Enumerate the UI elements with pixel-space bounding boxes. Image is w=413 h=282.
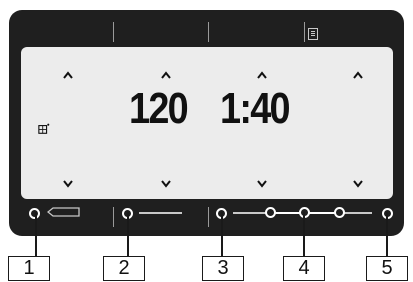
temperature-value: 120 xyxy=(129,84,189,133)
button-label-3: 3 xyxy=(202,256,244,281)
button-label-2: 2 xyxy=(103,256,145,281)
leader-line-1 xyxy=(35,212,37,256)
leader-line-4 xyxy=(303,212,305,256)
top-bar xyxy=(9,10,404,47)
leader-line-2 xyxy=(127,212,129,256)
back-button[interactable] xyxy=(46,205,81,219)
up-arrow-icon[interactable] xyxy=(257,71,267,81)
top-separator xyxy=(113,22,114,42)
bottom-separator xyxy=(208,207,209,227)
bottom-separator xyxy=(113,207,114,227)
down-arrow-icon[interactable] xyxy=(353,180,363,190)
button-label-5: 5 xyxy=(366,256,408,281)
button-label-1: 1 xyxy=(8,256,50,281)
leader-line-3 xyxy=(221,212,223,256)
up-arrow-icon[interactable] xyxy=(63,71,73,81)
steam-program-icon xyxy=(38,123,50,134)
down-arrow-icon[interactable] xyxy=(257,180,267,190)
bottom-bar xyxy=(9,199,404,236)
down-arrow-icon[interactable] xyxy=(63,180,73,190)
top-separator xyxy=(304,22,305,42)
up-arrow-icon[interactable] xyxy=(353,71,363,81)
top-separator xyxy=(208,22,209,42)
control-panel xyxy=(9,10,404,236)
down-arrow-icon[interactable] xyxy=(161,180,171,190)
button-2-dash[interactable] xyxy=(139,212,182,214)
slider-icon[interactable] xyxy=(265,207,345,219)
leader-line-5 xyxy=(386,212,388,256)
display-screen xyxy=(21,47,393,199)
up-arrow-icon[interactable] xyxy=(161,71,171,81)
document-icon[interactable] xyxy=(308,28,318,40)
time-value: 1:40 xyxy=(220,84,291,133)
back-icon xyxy=(46,207,80,217)
button-label-4: 4 xyxy=(283,256,325,281)
